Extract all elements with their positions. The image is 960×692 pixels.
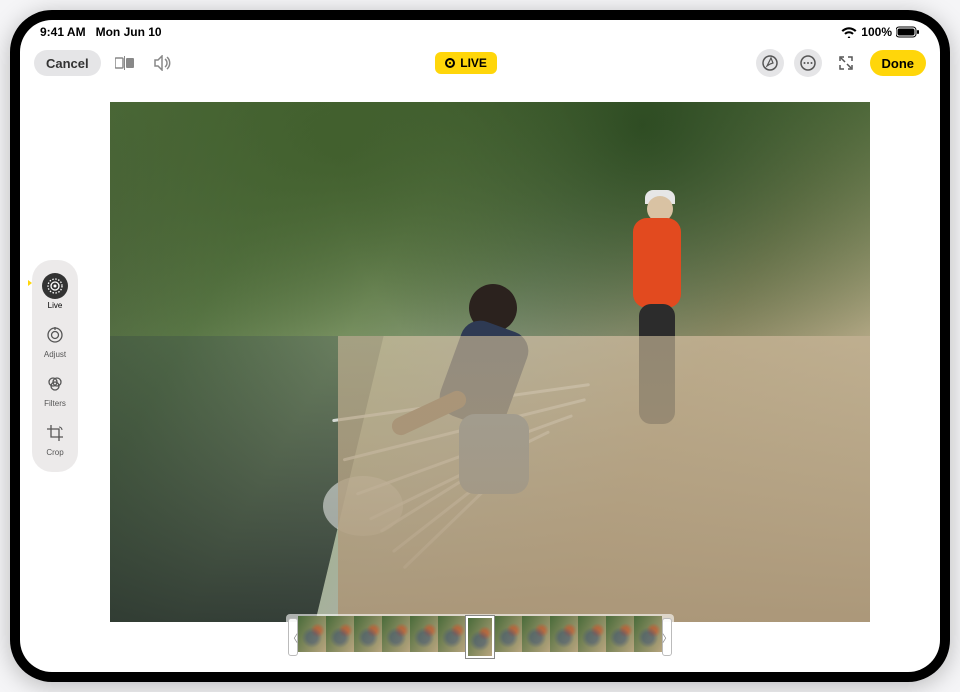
crop-icon xyxy=(42,420,68,446)
status-battery-pct: 100% xyxy=(861,25,892,39)
filmstrip-handle-left[interactable]: 〈 xyxy=(288,618,298,656)
edit-mode-rail: Live Adjust Filters xyxy=(32,260,78,472)
rail-label-filters: Filters xyxy=(44,399,66,408)
status-time: 9:41 AM xyxy=(40,25,86,39)
photo-water-region xyxy=(110,336,452,622)
live-badge-label: LIVE xyxy=(460,56,487,70)
filmstrip-frame[interactable] xyxy=(522,616,550,652)
filmstrip-frame[interactable] xyxy=(326,616,354,652)
status-date: Mon Jun 10 xyxy=(96,25,162,39)
rail-item-adjust[interactable]: Adjust xyxy=(32,317,78,366)
filmstrip-frame[interactable] xyxy=(494,616,522,652)
rail-item-crop[interactable]: Crop xyxy=(32,415,78,464)
photo-person-background xyxy=(619,196,689,446)
editor-toolbar: Cancel LIVE xyxy=(20,44,940,82)
filmstrip-frame[interactable] xyxy=(298,616,326,652)
adjust-icon xyxy=(42,322,68,348)
cancel-button[interactable]: Cancel xyxy=(34,50,101,76)
filmstrip-frame[interactable] xyxy=(578,616,606,652)
ipad-frame: 9:41 AM Mon Jun 10 100% Cancel xyxy=(10,10,950,682)
rail-item-filters[interactable]: Filters xyxy=(32,366,78,415)
live-photo-badge[interactable]: LIVE xyxy=(435,52,497,74)
filmstrip-frame[interactable] xyxy=(466,616,494,658)
rail-label-crop: Crop xyxy=(46,448,63,457)
live-ring-icon xyxy=(445,58,455,68)
photo-canvas[interactable] xyxy=(110,102,870,622)
fullscreen-icon[interactable] xyxy=(832,49,860,77)
markup-icon[interactable] xyxy=(756,49,784,77)
live-photo-filmstrip: 〈 〉 xyxy=(286,614,674,660)
volume-icon[interactable] xyxy=(149,49,177,77)
battery-icon xyxy=(896,26,920,38)
selected-indicator-icon xyxy=(28,280,32,286)
filmstrip-frame[interactable] xyxy=(438,616,466,652)
filmstrip-frame[interactable] xyxy=(410,616,438,652)
filmstrip-frame[interactable] xyxy=(550,616,578,652)
editor-content: Live Adjust Filters xyxy=(20,82,940,672)
more-options-icon[interactable] xyxy=(794,49,822,77)
compare-toggle-icon[interactable] xyxy=(111,49,139,77)
rail-label-adjust: Adjust xyxy=(44,350,66,359)
filmstrip-frame[interactable] xyxy=(634,616,662,652)
wifi-icon xyxy=(841,26,857,38)
photo-person-foreground xyxy=(429,284,549,544)
filmstrip-handle-right[interactable]: 〉 xyxy=(662,618,672,656)
status-bar: 9:41 AM Mon Jun 10 100% xyxy=(20,20,940,44)
rail-label-live: Live xyxy=(48,301,63,310)
filmstrip-frame[interactable] xyxy=(606,616,634,652)
live-mode-icon xyxy=(42,273,68,299)
screen: 9:41 AM Mon Jun 10 100% Cancel xyxy=(20,20,940,672)
filmstrip-frame[interactable] xyxy=(354,616,382,652)
rail-item-live[interactable]: Live xyxy=(32,268,78,317)
filters-icon xyxy=(42,371,68,397)
filmstrip-frame[interactable] xyxy=(382,616,410,652)
done-button[interactable]: Done xyxy=(870,50,927,76)
